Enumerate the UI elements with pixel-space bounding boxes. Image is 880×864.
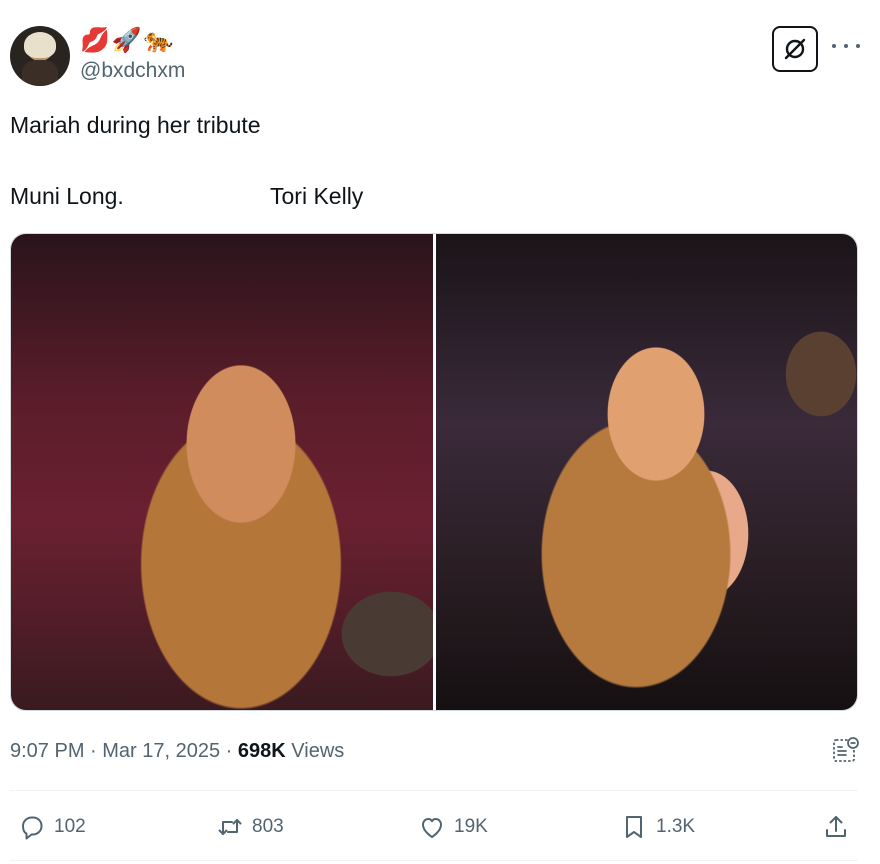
grok-icon (784, 38, 806, 60)
bookmark-count: 1.3K (656, 816, 696, 837)
timestamp-date[interactable]: Mar 17, 2025 (102, 740, 220, 762)
tweet-meta: 9:07 PM · Mar 17, 2025 · 698K Views (10, 738, 344, 764)
views-count: 698K (237, 740, 286, 762)
meta-separator: · (84, 740, 103, 762)
grok-button[interactable] (772, 26, 818, 72)
action-bar: 102 803 19K 1.3K (0, 810, 880, 844)
more-button[interactable] (832, 36, 860, 56)
divider-bottom (10, 860, 858, 861)
bookmark-icon (626, 816, 642, 838)
more-icon-dot (832, 44, 836, 48)
views-label: Views (285, 740, 345, 762)
avatar-hair (24, 32, 56, 58)
edit-history-icon[interactable] (832, 736, 860, 764)
avatar-body (22, 60, 58, 86)
more-icon-dot (844, 44, 848, 48)
divider-top (10, 790, 858, 791)
like-button[interactable]: 19K (418, 810, 488, 844)
more-icon-dot (856, 44, 860, 48)
reply-button[interactable]: 102 (18, 810, 86, 844)
avatar[interactable] (10, 26, 70, 86)
display-name[interactable]: 💋🚀🐅 (80, 28, 176, 54)
media-grid (10, 233, 858, 711)
share-button[interactable] (822, 810, 850, 844)
photo-left[interactable] (11, 234, 433, 710)
tweet-text: Mariah during her tribute (10, 112, 261, 138)
bookmark-button[interactable]: 1.3K (620, 810, 695, 844)
caption-left: Muni Long. (10, 183, 124, 209)
timestamp-time[interactable]: 9:07 PM (10, 740, 84, 762)
repost-count: 803 (252, 816, 284, 837)
caption-right: Tori Kelly (270, 183, 364, 209)
handle[interactable]: @bxdchxm (80, 58, 185, 84)
like-count: 19K (454, 816, 488, 837)
meta-separator: · (220, 740, 238, 762)
repost-button[interactable]: 803 (216, 810, 284, 844)
reply-icon (22, 816, 43, 840)
photo-right[interactable] (435, 234, 857, 710)
share-icon (826, 816, 846, 837)
repost-icon (218, 819, 242, 835)
reply-count: 102 (54, 816, 86, 837)
like-icon (422, 818, 442, 838)
